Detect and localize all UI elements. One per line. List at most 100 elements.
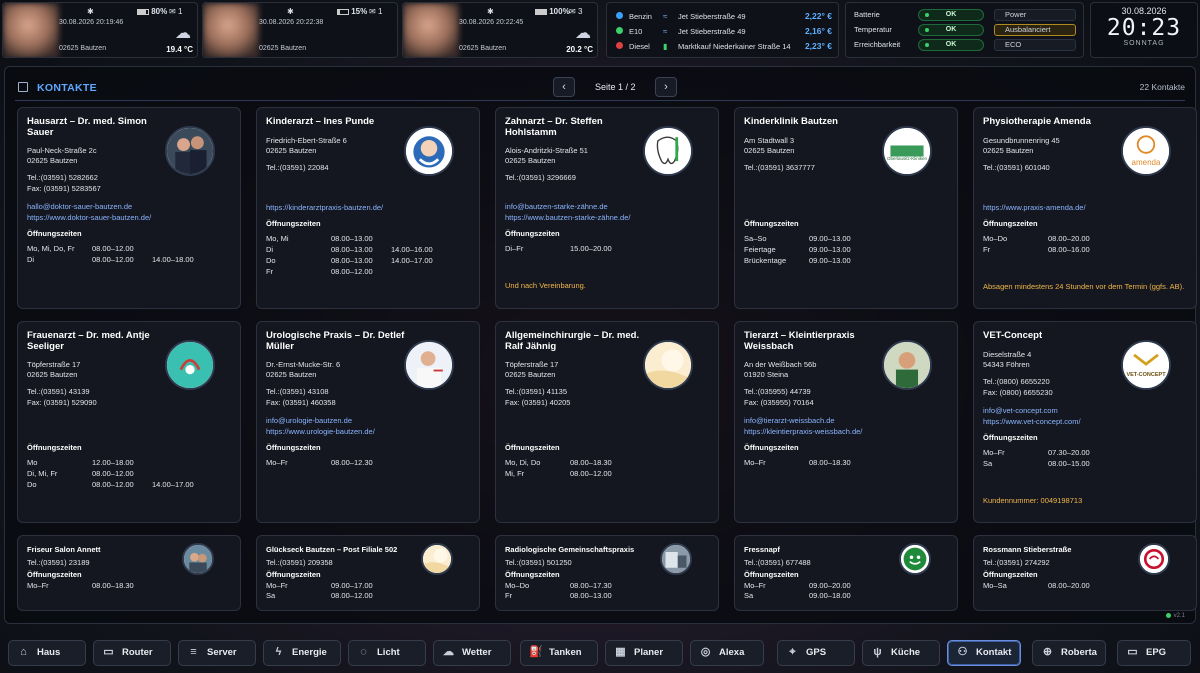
hours-time: 12.00–18.00	[92, 458, 134, 467]
contact-card-small[interactable]: Rossmann Stieberstraße Tel.:(03591) 27429…	[973, 535, 1197, 611]
hours-time: 08.00–12.00	[331, 267, 373, 276]
nav-button-router[interactable]: ▭ Router	[93, 640, 171, 666]
contact-fax: Fax: (03591) 5283567	[27, 184, 101, 193]
nav-button-wetter[interactable]: ☁ Wetter	[433, 640, 511, 666]
contact-card[interactable]: Urologische Praxis – Dr. Detlef Müller Dr…	[256, 321, 480, 523]
prev-page-button[interactable]: ‹	[553, 77, 575, 97]
mode-button-power[interactable]: Power	[994, 9, 1076, 21]
hours-day: Mo, Di, Do	[505, 458, 541, 467]
contact-card-small[interactable]: Radiologische Gemeinschaftspraxis Tel.:(0…	[495, 535, 719, 611]
fuel-icon: ⛽	[529, 646, 543, 658]
fuel-prices-widget[interactable]: Benzin ≈ Jet Stieberstraße 49 2,22° € E1…	[606, 2, 839, 58]
nav-button-haus[interactable]: ⌂ Haus	[8, 640, 86, 666]
status-badge: OK	[918, 9, 984, 21]
contact-logo	[1138, 543, 1170, 575]
contact-phone: Tel.:(03591) 209358	[266, 558, 333, 567]
hours-time-afternoon: 14.00–17.00	[391, 256, 433, 265]
contact-email[interactable]: info@tierarzt-weissbach.de	[744, 416, 835, 425]
nav-button-gps[interactable]: ⌖ GPS	[777, 640, 855, 666]
contact-website[interactable]: https://www.praxis-amenda.de/	[983, 203, 1086, 212]
contact-name: Physiotherapie Amenda	[983, 116, 1091, 127]
nav-button-alexa[interactable]: ◎ Alexa	[690, 640, 764, 666]
bluetooth-icon: ✱	[287, 7, 294, 16]
contact-website[interactable]: https://www.vet-concept.com/	[983, 417, 1081, 426]
panel-header: KONTAKTE ‹ Seite 1 / 2 › 22 Kontakte	[15, 77, 1185, 101]
contact-name: Rossmann Stieberstraße	[983, 545, 1072, 554]
contact-website[interactable]: https://kinderarztpraxis-bautzen.de/	[266, 203, 383, 212]
contact-card-small[interactable]: Fressnapf Tel.:(03591) 677488 Öffnungszeit…	[734, 535, 958, 611]
contact-card[interactable]: Kinderarzt – Ines Punde Friedrich-Ebert-S…	[256, 107, 480, 309]
contact-card[interactable]: Physiotherapie Amenda Gesundbrunnenring 4…	[973, 107, 1197, 309]
contact-card[interactable]: VET-Concept Dieselstraße 4 54343 Föhren Tel…	[973, 321, 1197, 523]
contact-card[interactable]: Allgemeinchirurgie – Dr. med. Ralf Jähni…	[495, 321, 719, 523]
nav-button-epg[interactable]: ▭ EPG	[1117, 640, 1191, 666]
contact-website[interactable]: https://www.bautzen-starke-zähne.de/	[505, 213, 630, 222]
hours-day: Sa	[983, 459, 993, 468]
contact-name: Kinderarzt – Ines Punde	[266, 116, 375, 127]
nav-button-energie[interactable]: ϟ Energie	[263, 640, 341, 666]
mode-button-eco[interactable]: ECO	[994, 39, 1076, 51]
contact-card[interactable]: Tierarzt – Kleintierpraxis Weissbach An d…	[734, 321, 958, 523]
hours-day: Do	[266, 256, 276, 265]
home-icon: ⌂	[20, 646, 27, 658]
hours-heading: Öffnungszeiten	[266, 443, 321, 452]
nav-button-planer[interactable]: ▦ Planer	[605, 640, 683, 666]
fuel-row-e10: E10 ≈ Jet Stieberstraße 49 2,16° €	[607, 24, 840, 38]
jet-logo-icon: ≈	[663, 27, 668, 36]
hours-heading: Öffnungszeiten	[266, 219, 321, 228]
nav-label: Licht	[377, 647, 400, 658]
nav-button-roberta[interactable]: ⊕ Roberta	[1032, 640, 1106, 666]
contact-card-small[interactable]: Friseur Salon Annett Tel.:(03591) 23189 Öf…	[17, 535, 241, 611]
contact-card[interactable]: Zahnarzt – Dr. Steffen Hohlstamm Alois-An…	[495, 107, 719, 309]
contact-street: An der Weißbach 56b	[744, 360, 817, 369]
weather-card-3[interactable]: ✱ 100% ✉ 3 30.08.2026 20:22:45 ☁ 02625 B…	[402, 2, 598, 58]
contact-card[interactable]: Hausarzt – Dr. med. Simon Sauer Paul-Neck…	[17, 107, 241, 309]
nav-button-licht[interactable]: ◌ Licht	[348, 640, 426, 666]
contact-email[interactable]: info@bautzen-starke-zähne.de	[505, 202, 608, 211]
contact-logo	[643, 340, 693, 390]
contact-name: Radiologische Gemeinschaftspraxis	[505, 545, 635, 554]
nav-button-kontakt[interactable]: ⚇ Kontakt	[947, 640, 1021, 666]
hours-heading: Öffnungszeiten	[27, 570, 82, 579]
contact-phone: Tel.:(03591) 677488	[744, 558, 811, 567]
person-photo	[3, 3, 59, 57]
contact-website[interactable]: https://www.urologie-bautzen.de/	[266, 427, 375, 436]
contact-email[interactable]: info@urologie-bautzen.de	[266, 416, 352, 425]
contact-website[interactable]: https://kleintierpraxis-weissbach.de/	[744, 427, 862, 436]
nav-button-kueche[interactable]: ψ Küche	[862, 640, 940, 666]
hours-heading: Öffnungszeiten	[983, 433, 1038, 442]
contact-email[interactable]: info@vet-concept.com	[983, 406, 1058, 415]
contact-card[interactable]: Kinderklinik Bautzen Am Stadtwall 3 02625 …	[734, 107, 958, 309]
contact-city: 01920 Steina	[744, 370, 789, 379]
hours-day: Mo–Sa	[983, 581, 1007, 590]
contact-logo	[899, 543, 931, 575]
logo-text: VET-CONCEPT	[1126, 372, 1166, 378]
contact-card-small[interactable]: Glückseck Bautzen – Post Filiale 502 Tel.…	[256, 535, 480, 611]
fuel-type-dot	[616, 27, 623, 34]
hours-time: 09.00–13.00	[809, 245, 851, 254]
jet-logo-icon: ≈	[663, 12, 668, 21]
weather-card-1[interactable]: ✱ 80% ✉ 1 30.08.2026 20:19:46 ☁ 02625 Ba…	[2, 2, 198, 58]
contact-card[interactable]: Frauenarzt – Dr. med. Antje Seeliger Töpf…	[17, 321, 241, 523]
contact-website[interactable]: https://www.doktor-sauer-bautzen.de/	[27, 213, 151, 222]
mode-button-balanced[interactable]: Ausbalanciert	[994, 24, 1076, 36]
next-page-button[interactable]: ›	[655, 77, 677, 97]
contact-name: Frauenarzt – Dr. med. Antje Seeliger	[27, 330, 150, 352]
contact-street: Töpferstraße 17	[505, 360, 559, 369]
hours-time: 08.00–13.00	[331, 245, 373, 254]
weather-card-2[interactable]: ✱ 15% ✉ 1 30.08.2026 20:22:38 02625 Baut…	[202, 2, 398, 58]
hours-heading: Öffnungszeiten	[505, 570, 560, 579]
contact-city: 54343 Föhren	[983, 360, 1030, 369]
hours-day: Mo–Do	[983, 234, 1008, 243]
nav-button-server[interactable]: ≡ Server	[178, 640, 256, 666]
nav-button-tanken[interactable]: ⛽ Tanken	[520, 640, 598, 666]
contact-name: Zahnarzt – Dr. Steffen Hohlstamm	[505, 116, 603, 138]
nav-label: Roberta	[1061, 647, 1097, 658]
nav-label: Kontakt	[976, 647, 1012, 658]
contact-name: Glückseck Bautzen – Post Filiale 502	[266, 545, 398, 554]
hours-day: Feiertage	[744, 245, 776, 254]
contact-phone: Tel.:(0800) 6655220	[983, 377, 1050, 386]
contact-note: Und nach Vereinbarung.	[505, 281, 586, 290]
hours-day: Di	[266, 245, 274, 254]
contact-email[interactable]: hallo@doktor-sauer-bautzen.de	[27, 202, 132, 211]
